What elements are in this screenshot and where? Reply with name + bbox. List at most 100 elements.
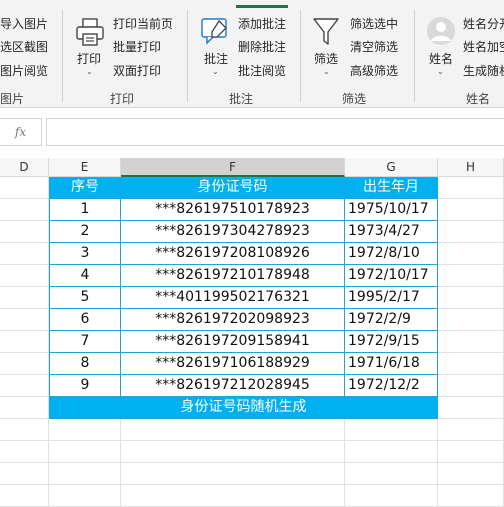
grid-cell[interactable] — [345, 419, 438, 441]
import-image-button[interactable]: 导入图片 — [0, 17, 48, 31]
table-cell-no[interactable]: 3 — [49, 243, 121, 265]
filter-selected-button[interactable]: 筛选选中 — [350, 17, 398, 31]
grid-cell[interactable] — [438, 441, 504, 463]
table-cell-id[interactable]: ***826197208108926 — [121, 243, 345, 265]
table-cell-id[interactable]: ***826197212028945 — [121, 375, 345, 397]
grid-cell[interactable] — [121, 463, 345, 485]
table-cell-id[interactable]: ***826197202098923 — [121, 309, 345, 331]
batch-print-button[interactable]: 批量打印 — [113, 40, 161, 54]
chevron-down-icon[interactable]: ⌄ — [323, 67, 330, 76]
column-header-f[interactable]: F — [121, 158, 345, 177]
filter-icon[interactable] — [312, 16, 340, 52]
table-cell-birth[interactable]: 1972/2/9 — [345, 309, 438, 331]
table-footer[interactable]: 身份证号码随机生成 — [49, 397, 438, 419]
name-button[interactable]: 姓名 — [429, 50, 453, 67]
grid-cell[interactable] — [0, 221, 49, 243]
grid-cell[interactable] — [438, 265, 504, 287]
print-current-page-button[interactable]: 打印当前页 — [113, 17, 173, 31]
grid-cell[interactable] — [438, 397, 504, 419]
table-cell-no[interactable]: 2 — [49, 221, 121, 243]
duplex-print-button[interactable]: 双面打印 — [113, 64, 161, 78]
grid-cell[interactable] — [438, 419, 504, 441]
grid-cell[interactable] — [438, 309, 504, 331]
table-cell-no[interactable]: 1 — [49, 199, 121, 221]
table-cell-id[interactable]: ***826197106188929 — [121, 353, 345, 375]
table-cell-id[interactable]: ***826197209158941 — [121, 331, 345, 353]
person-icon[interactable] — [426, 16, 456, 50]
grid-cell[interactable] — [49, 419, 121, 441]
chevron-down-icon[interactable]: ⌄ — [86, 67, 93, 76]
fx-icon[interactable]: fx — [0, 118, 42, 146]
table-cell-no[interactable]: 4 — [49, 265, 121, 287]
grid-cell[interactable] — [0, 397, 49, 419]
grid-cell[interactable] — [438, 463, 504, 485]
grid-cell[interactable] — [121, 441, 345, 463]
table-header-cell[interactable]: 出生年月 — [345, 177, 438, 199]
chevron-down-icon[interactable]: ⌄ — [437, 67, 444, 76]
table-cell-no[interactable]: 8 — [49, 353, 121, 375]
delete-comment-button[interactable]: 删除批注 — [238, 40, 286, 54]
grid-cell[interactable] — [121, 419, 345, 441]
table-header-cell[interactable]: 身份证号码 — [121, 177, 345, 199]
grid-cell[interactable] — [0, 419, 49, 441]
table-cell-birth[interactable]: 1972/10/17 — [345, 265, 438, 287]
table-cell-id[interactable]: ***401199502176321 — [121, 287, 345, 309]
grid-cell[interactable] — [49, 441, 121, 463]
column-header-e[interactable]: E — [49, 158, 121, 177]
grid-cell[interactable] — [0, 485, 49, 507]
generate-random-name-button[interactable]: 生成随机 — [463, 64, 504, 78]
grid-cell[interactable] — [0, 243, 49, 265]
region-screenshot-button[interactable]: 选区截图 — [0, 40, 48, 54]
grid-cell[interactable] — [438, 331, 504, 353]
table-cell-birth[interactable]: 1995/2/17 — [345, 287, 438, 309]
table-cell-id[interactable]: ***826197304278923 — [121, 221, 345, 243]
table-cell-no[interactable]: 6 — [49, 309, 121, 331]
table-cell-birth[interactable]: 1973/4/27 — [345, 221, 438, 243]
grid-cell[interactable] — [0, 265, 49, 287]
table-cell-no[interactable]: 7 — [49, 331, 121, 353]
grid-cell[interactable] — [0, 309, 49, 331]
grid-cell[interactable] — [121, 485, 345, 507]
clear-filter-button[interactable]: 清空筛选 — [350, 40, 398, 54]
image-preview-button[interactable]: 图片阅览 — [0, 64, 48, 78]
grid-cell[interactable] — [0, 287, 49, 309]
grid-cell[interactable] — [0, 331, 49, 353]
table-header-cell[interactable]: 序号 — [49, 177, 121, 199]
table-cell-birth[interactable]: 1972/9/15 — [345, 331, 438, 353]
chevron-down-icon[interactable]: ⌄ — [212, 67, 219, 76]
grid-cell[interactable] — [438, 243, 504, 265]
grid-cell[interactable] — [49, 485, 121, 507]
table-cell-id[interactable]: ***826197210178948 — [121, 265, 345, 287]
table-cell-birth[interactable]: 1971/6/18 — [345, 353, 438, 375]
print-button[interactable]: 打印 — [77, 50, 101, 67]
grid-cell[interactable] — [345, 463, 438, 485]
table-cell-birth[interactable]: 1975/10/17 — [345, 199, 438, 221]
table-cell-birth[interactable]: 1972/8/10 — [345, 243, 438, 265]
add-comment-button[interactable]: 添加批注 — [238, 17, 286, 31]
grid-cell[interactable] — [49, 463, 121, 485]
table-cell-no[interactable]: 9 — [49, 375, 121, 397]
grid-cell[interactable] — [438, 199, 504, 221]
advanced-filter-button[interactable]: 高级筛选 — [350, 64, 398, 78]
grid-cell[interactable] — [0, 463, 49, 485]
grid-cell[interactable] — [438, 353, 504, 375]
table-cell-birth[interactable]: 1972/12/2 — [345, 375, 438, 397]
formula-input[interactable] — [46, 118, 504, 146]
split-name-button[interactable]: 姓名分开 — [463, 17, 504, 31]
comment-button[interactable]: 批注 — [204, 50, 228, 67]
filter-button[interactable]: 筛选 — [314, 50, 338, 67]
grid-cell[interactable] — [438, 287, 504, 309]
grid-cell[interactable] — [0, 441, 49, 463]
grid-cell[interactable] — [345, 485, 438, 507]
grid-cell[interactable] — [0, 177, 49, 199]
printer-icon[interactable] — [74, 16, 106, 52]
column-header-g[interactable]: G — [345, 158, 438, 177]
comment-preview-button[interactable]: 批注阅览 — [238, 64, 286, 78]
grid-cell[interactable] — [0, 375, 49, 397]
grid-cell[interactable] — [0, 353, 49, 375]
grid-cell[interactable] — [438, 177, 504, 199]
grid-cell[interactable] — [438, 485, 504, 507]
grid-cell[interactable] — [438, 375, 504, 397]
grid-cell[interactable] — [0, 199, 49, 221]
name-add-space-button[interactable]: 姓名加空 — [463, 40, 504, 54]
